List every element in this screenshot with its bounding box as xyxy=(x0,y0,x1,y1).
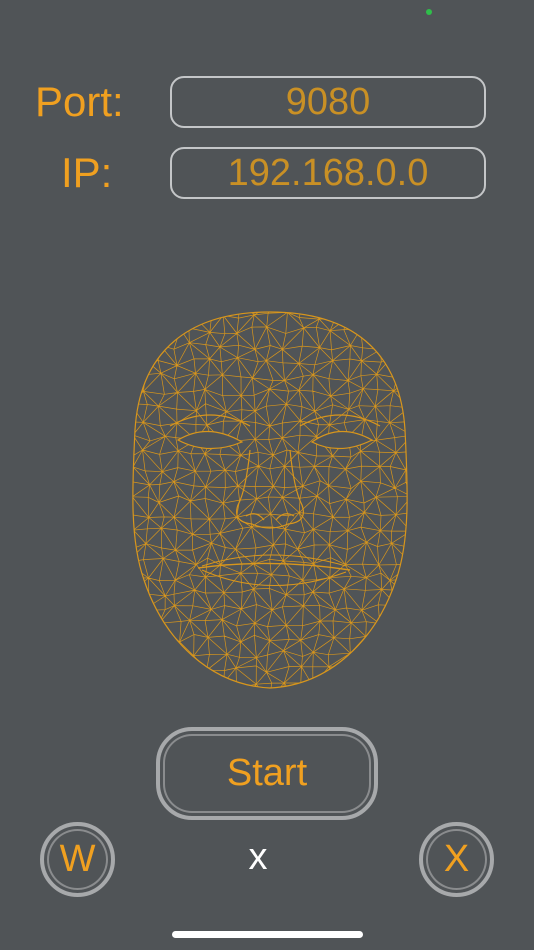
home-indicator xyxy=(172,931,363,938)
start-button[interactable]: Start xyxy=(156,727,378,820)
center-x-label: x xyxy=(248,836,268,878)
x-button[interactable]: X xyxy=(419,822,494,897)
port-label: Port: xyxy=(35,78,124,125)
face-wireframe-icon xyxy=(132,311,408,689)
ip-label: IP: xyxy=(61,149,113,196)
w-button[interactable]: W xyxy=(40,822,115,897)
face-mesh-lines xyxy=(132,312,408,688)
status-indicator-dot xyxy=(426,9,432,15)
ip-input[interactable] xyxy=(170,147,486,199)
port-input[interactable] xyxy=(170,76,486,128)
face-mesh xyxy=(100,300,440,700)
